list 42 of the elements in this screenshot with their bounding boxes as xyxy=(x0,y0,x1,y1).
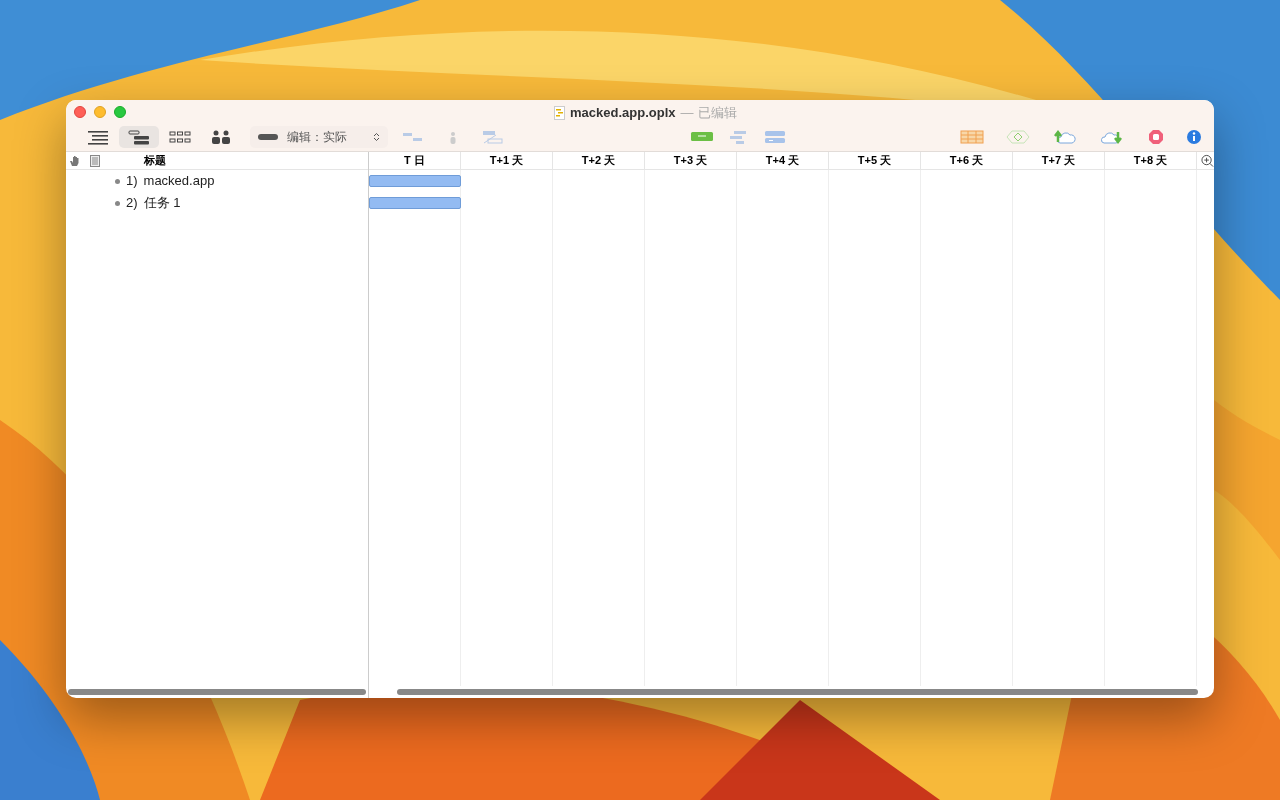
scrollbar[interactable] xyxy=(397,689,1198,695)
people-icon[interactable] xyxy=(210,129,232,146)
day-header: T+3 天 xyxy=(645,152,737,169)
window-title: macked.app.oplx xyxy=(570,104,676,122)
document-icon xyxy=(554,105,565,120)
day-header: T+1 天 xyxy=(461,152,553,169)
stop-icon[interactable] xyxy=(1148,129,1164,146)
bullet-icon[interactable] xyxy=(115,200,120,206)
edit-mode-select[interactable]: 编辑：实际 xyxy=(250,126,388,149)
column-header[interactable]: 标题 xyxy=(144,152,166,169)
zoom-button[interactable] xyxy=(114,105,126,118)
day-header: T+8 天 xyxy=(1105,152,1197,169)
chevron-updown-icon xyxy=(373,132,380,143)
table-icon[interactable] xyxy=(960,129,984,146)
gantt-icon[interactable] xyxy=(128,129,150,146)
day-header: T+5 天 xyxy=(829,152,921,169)
menu-icon[interactable] xyxy=(87,129,109,146)
task-title[interactable]: macked.app xyxy=(143,171,215,191)
view-button[interactable] xyxy=(119,126,159,149)
title-separator: — xyxy=(680,104,694,122)
day-header: T+7 天 xyxy=(1013,152,1105,169)
bar-icon xyxy=(258,134,278,141)
network-icon[interactable] xyxy=(169,129,191,146)
edited-status: 已编辑 xyxy=(698,104,738,122)
day-header: T+6 天 xyxy=(921,152,1013,169)
day-header: T+2 天 xyxy=(553,152,645,169)
tasks-icon[interactable] xyxy=(764,129,786,146)
row-number: 2) xyxy=(126,194,138,213)
minimize-button[interactable] xyxy=(94,105,106,118)
task-title[interactable]: 任务 1 xyxy=(143,193,181,213)
day-header: T 日 xyxy=(369,152,461,169)
row-number: 1) xyxy=(126,172,138,191)
day-header: T+4 天 xyxy=(737,152,829,169)
close-button[interactable] xyxy=(74,105,86,118)
hand-icon[interactable] xyxy=(69,154,81,167)
cloud-upload-icon[interactable] xyxy=(1052,129,1078,146)
note-icon[interactable] xyxy=(90,154,100,167)
info-icon[interactable] xyxy=(1186,129,1202,146)
diamond-icon[interactable] xyxy=(1006,129,1030,146)
bullet-icon[interactable] xyxy=(115,178,120,184)
zoom-in-icon[interactable] xyxy=(1201,153,1214,168)
scrollbar[interactable] xyxy=(68,689,366,695)
